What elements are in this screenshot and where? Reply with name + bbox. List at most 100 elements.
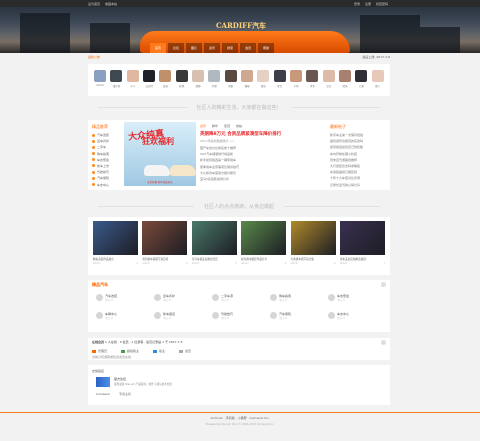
member-name[interactable]: 丘比特 — [145, 84, 153, 88]
avatar[interactable] — [241, 70, 254, 82]
forum-board[interactable]: 二手车源 今日: 0 — [212, 294, 233, 302]
gallery-item[interactable]: 宝马车模美女图片欣赏 admin 3 — [191, 221, 237, 271]
member-name[interactable]: 秋风 — [179, 84, 184, 88]
gallery-item[interactable]: 精彩改装作品展示 admin 2 — [93, 221, 138, 271]
gallery-item[interactable]: 绿色跑车摄影作品分享 admin 4 — [241, 221, 287, 271]
contact-value[interactable]: 专用主机 — [119, 392, 131, 396]
forum-board[interactable]: 车友中心 今日: 0 — [328, 312, 349, 320]
gallery-photo[interactable] — [339, 221, 385, 255]
recommend-item[interactable]: 二手车 — [92, 145, 122, 149]
gallery-caption[interactable]: 豪车美女街拍精选集锦 — [340, 257, 385, 261]
recommend-item[interactable]: 汽车改装 — [92, 133, 122, 137]
member-item[interactable]: 微凉 — [257, 70, 270, 96]
avatar[interactable] — [192, 70, 205, 82]
gallery-photo[interactable] — [191, 221, 237, 255]
recommend-item[interactable]: 爱车养护 — [92, 139, 122, 143]
avatar[interactable] — [159, 70, 172, 82]
member-name[interactable]: 小小 — [130, 84, 135, 88]
member-name[interactable]: 雨辰 — [228, 84, 233, 88]
gallery-photo[interactable] — [241, 221, 287, 255]
gallery-photo[interactable] — [142, 221, 188, 255]
member-item[interactable]: 静静 — [192, 70, 205, 96]
member-name[interactable]: 阿里 — [212, 84, 217, 88]
recommend-item[interactable]: 驾驶技巧 — [92, 170, 122, 174]
member-item[interactable]: 芒果 — [355, 70, 368, 96]
member-item[interactable]: 小小 — [126, 70, 139, 96]
news-headline[interactable]: 英朗降8万元 合资品牌紧凑型车降价排行 — [200, 131, 324, 137]
tab-hot[interactable]: 热帖 — [236, 124, 242, 128]
gallery-user[interactable]: admin — [241, 262, 249, 265]
announcement-label[interactable]: 最新公告 — [88, 55, 100, 59]
partner-title[interactable]: 官方论坛 — [114, 377, 126, 381]
promo-banner-image[interactable]: 大众纯真 狂欢福利 全系特惠 购车即送好礼 — [124, 122, 196, 186]
gallery-caption[interactable]: 大黄蜂车模写真合集 — [291, 257, 336, 261]
post-link[interactable]: 车内异味处理小妙招 — [330, 152, 388, 156]
forum-board[interactable]: 汽车保险 今日: 0 — [270, 312, 291, 320]
member-name[interactable]: 豆豆 — [326, 84, 331, 88]
avatar[interactable] — [126, 70, 139, 82]
member-item[interactable]: 豆豆 — [322, 70, 335, 96]
member-item[interactable]: 蓝色 — [159, 70, 172, 96]
gallery-user[interactable]: admin — [93, 262, 101, 265]
member-item[interactable]: admin — [94, 70, 107, 96]
forum-board[interactable]: 爱车养护 今日: 0 — [154, 294, 175, 302]
post-link[interactable]: 新手车主第一次保养经验 — [330, 133, 388, 137]
set-homepage-link[interactable]: 设为首页 — [88, 2, 100, 6]
member-name[interactable]: 漫步者 — [113, 84, 121, 88]
member-item[interactable]: 漫步者 — [110, 70, 123, 96]
collapse-icon[interactable]: − — [381, 282, 386, 287]
avatar[interactable] — [257, 70, 270, 82]
forum-board[interactable]: 购车指南 今日: 0 — [270, 294, 291, 302]
member-name[interactable]: 微凉 — [261, 84, 266, 88]
member-item[interactable]: 猫咪 — [241, 70, 254, 96]
collapse-icon[interactable] — [381, 340, 386, 345]
member-name[interactable]: 路人 — [375, 84, 380, 88]
avatar[interactable] — [224, 70, 237, 82]
news-subline[interactable]: 2017年最新数据统计 >> — [200, 139, 324, 143]
member-item[interactable]: 雨辰 — [224, 70, 237, 96]
member-item[interactable]: 小鱼 — [290, 70, 303, 96]
news-link[interactable]: 新手如何挑选第一辆家用车 — [200, 158, 324, 162]
post-link[interactable]: 记录长途驾驶心得分享 — [330, 183, 388, 187]
contact-label[interactable]: Comsenz — [96, 392, 110, 396]
recommend-item[interactable]: 购车指南 — [92, 152, 122, 156]
gallery-caption[interactable]: 绿色跑车摄影作品分享 — [241, 257, 286, 261]
member-item[interactable]: 路人 — [371, 70, 384, 96]
avatar[interactable] — [339, 70, 352, 82]
member-name[interactable]: 晴天 — [343, 84, 348, 88]
member-name[interactable]: 星空 — [277, 84, 282, 88]
post-link[interactable]: 周末自驾游路线推荐 — [330, 158, 388, 162]
avatar[interactable] — [110, 70, 123, 82]
avatar[interactable] — [355, 70, 368, 82]
nav-item-search[interactable]: 搜索 — [222, 43, 239, 53]
recommend-item[interactable]: 汽车保险 — [92, 176, 122, 180]
post-link[interactable]: 车漆镀晶和打蜡区别 — [330, 170, 388, 174]
member-name[interactable]: admin — [96, 84, 104, 87]
register-link[interactable]: 注册 — [365, 2, 371, 6]
forum-board[interactable]: 新车报道 今日: 0 — [154, 312, 175, 320]
news-link[interactable]: 宝马5系改装案例分享 — [200, 177, 324, 181]
bookmark-link[interactable]: 收藏本站 — [105, 2, 117, 6]
tab-digest[interactable]: 精华 — [212, 124, 218, 128]
gallery-user[interactable]: admin — [192, 262, 200, 265]
gallery-user[interactable]: admin — [291, 262, 299, 265]
gallery-item[interactable]: 豪车美女街拍精选集锦 admin 1 — [339, 221, 385, 271]
post-link[interactable]: 如何挑选适合自己的轮胎 — [330, 145, 388, 149]
tab-sticky[interactable]: 置顶 — [224, 124, 230, 128]
avatar[interactable] — [273, 70, 286, 82]
forum-board[interactable]: 驾驶技巧 今日: 0 — [212, 312, 233, 320]
gallery-item[interactable]: 大黄蜂车模写真合集 admin 6 — [290, 221, 336, 271]
login-link[interactable]: 登录 — [354, 2, 360, 6]
gallery-user[interactable]: admin — [340, 262, 348, 265]
recommend-item[interactable]: 新车上市 — [92, 164, 122, 168]
news-link[interactable]: 国产车性价比排名前十推荐 — [200, 146, 324, 150]
avatar[interactable] — [208, 70, 221, 82]
recommend-item[interactable]: 车友中心 — [92, 183, 122, 187]
footer-links[interactable]: Archiver · 手机版 · 小黑屋 · Comsenz Inc. — [0, 416, 480, 420]
gallery-caption[interactable]: 精彩改装作品展示 — [93, 257, 138, 261]
member-name[interactable]: 猫咪 — [245, 84, 250, 88]
gallery-photo[interactable] — [290, 221, 336, 255]
member-name[interactable]: 蓝色 — [163, 84, 168, 88]
avatar[interactable] — [306, 70, 319, 82]
avatar[interactable] — [371, 70, 384, 82]
